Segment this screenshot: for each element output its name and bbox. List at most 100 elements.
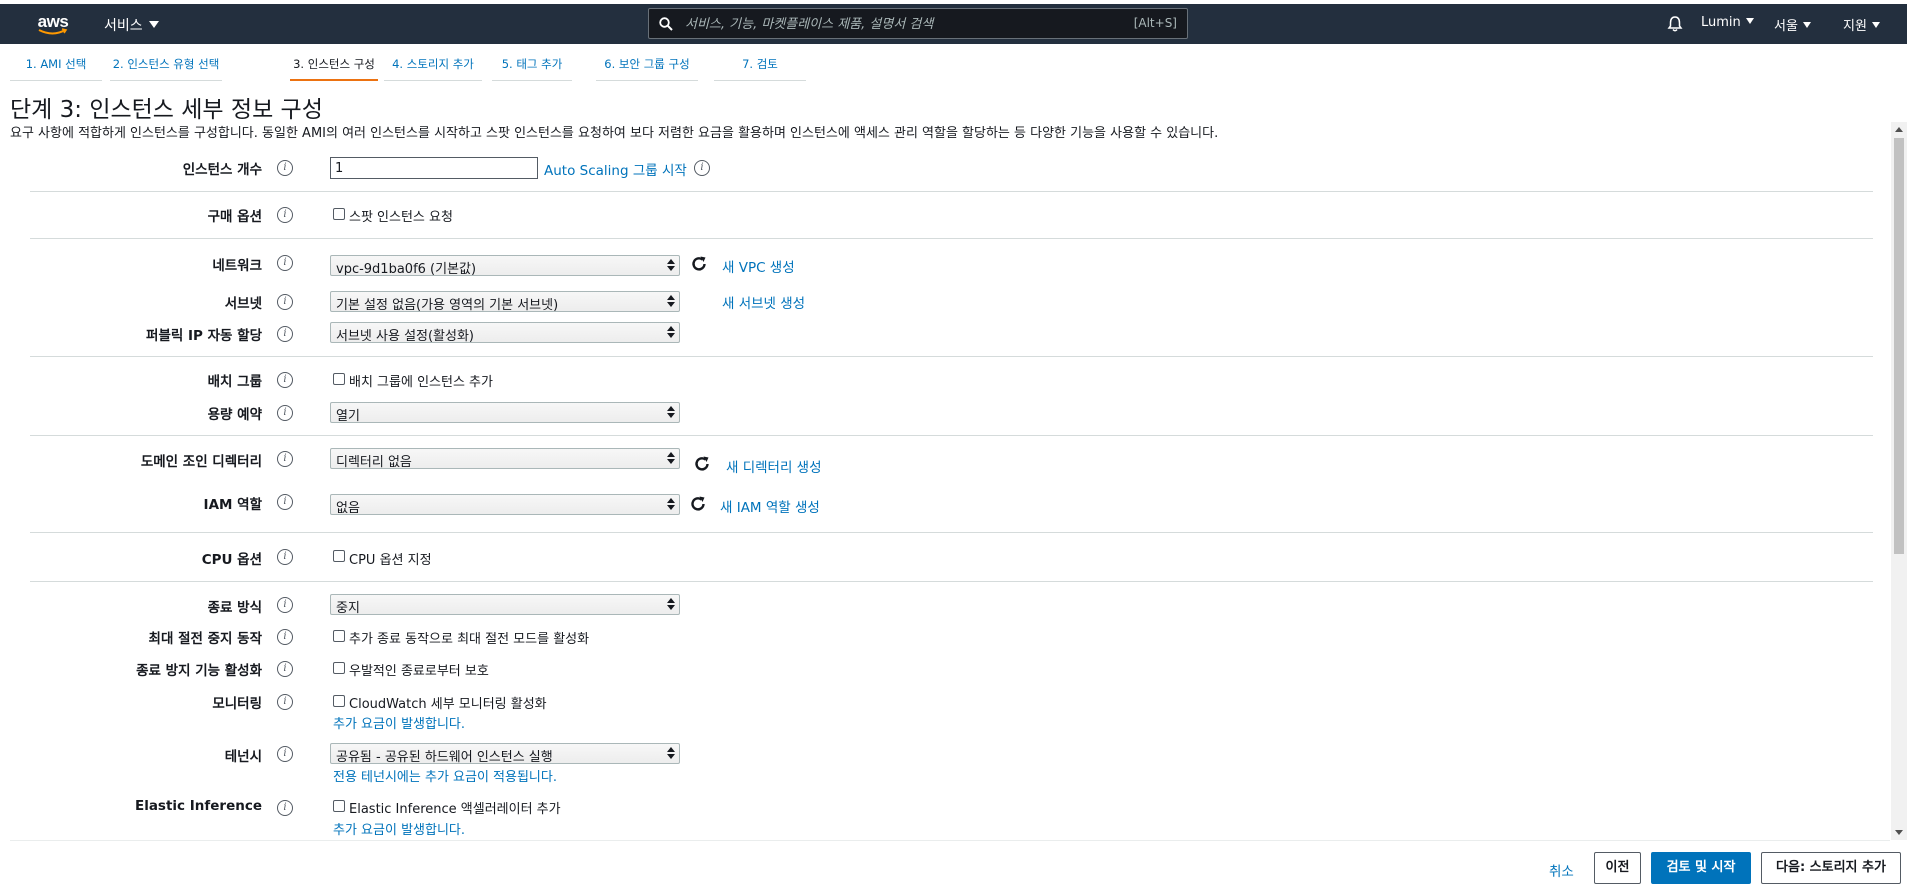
support-label: 지원 bbox=[1843, 19, 1867, 34]
monitoring-charge-note: 추가 요금이 발생합니다. bbox=[333, 717, 465, 732]
tab-add-storage[interactable]: 4. 스토리지 추가 bbox=[384, 50, 482, 81]
tenancy-charge-note: 전용 테넌시에는 추가 요금이 적용됩니다. bbox=[333, 770, 557, 785]
select-arrows-icon bbox=[667, 406, 675, 419]
cpu-options-label: CPU 옵션 bbox=[201, 552, 262, 568]
info-icon[interactable]: i bbox=[277, 661, 293, 677]
caret-down-icon bbox=[148, 21, 159, 28]
scroll-thumb[interactable] bbox=[1894, 138, 1904, 554]
iam-role-select[interactable]: 없음 bbox=[330, 494, 680, 515]
info-icon[interactable]: i bbox=[694, 160, 710, 176]
aws-logo[interactable]: aws bbox=[36, 10, 70, 38]
cancel-button[interactable]: 취소 bbox=[1549, 860, 1574, 880]
select-arrows-icon bbox=[667, 598, 675, 611]
spot-instance-checkbox[interactable] bbox=[333, 208, 345, 220]
info-icon[interactable]: i bbox=[277, 597, 293, 613]
hibernate-label: 최대 절전 중지 동작 bbox=[148, 631, 262, 647]
search-input[interactable] bbox=[685, 13, 1105, 35]
tab-choose-ami[interactable]: 1. AMI 선택 bbox=[10, 50, 102, 81]
public-ip-select[interactable]: 서브넷 사용 설정(활성화) bbox=[330, 322, 680, 343]
tenancy-value: 공유됨 - 공유된 하드웨어 인스턴스 실행 bbox=[336, 750, 553, 764]
elastic-inference-checkbox[interactable] bbox=[333, 800, 345, 812]
scroll-up-icon[interactable] bbox=[1895, 127, 1903, 132]
domain-join-label: 도메인 조인 디렉터리 bbox=[140, 454, 262, 470]
instance-count-input[interactable] bbox=[330, 157, 538, 179]
info-icon[interactable]: i bbox=[277, 494, 293, 510]
bell-icon[interactable] bbox=[1666, 15, 1684, 33]
account-menu[interactable]: Lumin bbox=[1701, 15, 1754, 30]
subnet-label: 서브넷 bbox=[224, 296, 262, 312]
create-iam-role-link[interactable]: 새 IAM 역할 생성 bbox=[720, 496, 820, 516]
review-and-launch-button[interactable]: 검토 및 시작 bbox=[1651, 852, 1751, 884]
info-icon[interactable]: i bbox=[277, 160, 293, 176]
scrollbar[interactable] bbox=[1891, 122, 1907, 840]
services-menu[interactable]: 서비스 bbox=[104, 15, 159, 35]
placement-group-checkbox[interactable] bbox=[333, 373, 345, 385]
info-icon[interactable]: i bbox=[277, 800, 293, 816]
tenancy-select[interactable]: 공유됨 - 공유된 하드웨어 인스턴스 실행 bbox=[330, 743, 680, 764]
info-icon[interactable]: i bbox=[277, 326, 293, 342]
subnet-select[interactable]: 기본 설정 없음(가용 영역의 기본 서브넷) bbox=[330, 291, 680, 312]
placement-group-label: 배치 그룹 bbox=[207, 374, 262, 390]
region-menu[interactable]: 서울 bbox=[1774, 15, 1811, 34]
spot-instance-label: 스팟 인스턴스 요청 bbox=[349, 210, 453, 225]
info-icon[interactable]: i bbox=[277, 549, 293, 565]
create-subnet-link[interactable]: 새 서브넷 생성 bbox=[722, 292, 805, 312]
info-icon[interactable]: i bbox=[277, 294, 293, 310]
footer-divider bbox=[10, 840, 1890, 841]
info-icon[interactable]: i bbox=[277, 694, 293, 710]
info-icon[interactable]: i bbox=[277, 372, 293, 388]
capacity-reservation-select[interactable]: 열기 bbox=[330, 402, 680, 423]
hibernate-checkbox-label: 추가 종료 동작으로 최대 절전 모드를 활성화 bbox=[349, 632, 590, 647]
select-arrows-icon bbox=[667, 326, 675, 339]
network-select[interactable]: vpc-9d1ba0f6 (기본값) bbox=[330, 255, 680, 276]
monitoring-checkbox[interactable] bbox=[333, 695, 345, 707]
elastic-inference-charge-note: 추가 요금이 발생합니다. bbox=[333, 823, 465, 838]
caret-down-icon bbox=[1802, 22, 1811, 28]
divider bbox=[30, 435, 1873, 436]
divider bbox=[30, 581, 1873, 582]
iam-role-value: 없음 bbox=[336, 501, 360, 515]
create-vpc-link[interactable]: 새 VPC 생성 bbox=[722, 256, 795, 276]
tab-choose-instance-type[interactable]: 2. 인스턴스 유형 선택 bbox=[110, 50, 222, 81]
shutdown-behavior-select[interactable]: 중지 bbox=[330, 594, 680, 615]
cpu-options-checkbox[interactable] bbox=[333, 550, 345, 562]
previous-button[interactable]: 이전 bbox=[1594, 852, 1641, 884]
info-icon[interactable]: i bbox=[277, 207, 293, 223]
shutdown-behavior-label: 종료 방식 bbox=[207, 600, 262, 616]
info-icon[interactable]: i bbox=[277, 451, 293, 467]
tab-review[interactable]: 7. 검토 bbox=[714, 50, 806, 81]
public-ip-label: 퍼블릭 IP 자동 할당 bbox=[146, 328, 262, 344]
tab-add-tags[interactable]: 5. 태그 추가 bbox=[492, 50, 572, 81]
select-arrows-icon bbox=[667, 452, 675, 465]
aws-smile-icon bbox=[38, 28, 68, 35]
hibernate-checkbox[interactable] bbox=[333, 630, 345, 642]
refresh-icon[interactable] bbox=[690, 255, 708, 273]
shutdown-behavior-value: 중지 bbox=[336, 601, 360, 615]
auto-scaling-link[interactable]: Auto Scaling 그룹 시작 bbox=[544, 159, 687, 179]
cpu-options-checkbox-label: CPU 옵션 지정 bbox=[349, 553, 432, 568]
monitoring-label: 모니터링 bbox=[212, 696, 262, 712]
divider bbox=[30, 191, 1873, 192]
tab-configure-instance[interactable]: 3. 인스턴스 구성 bbox=[290, 50, 378, 81]
info-icon[interactable]: i bbox=[277, 746, 293, 762]
search-box[interactable]: [Alt+S] bbox=[648, 8, 1188, 39]
create-directory-link[interactable]: 새 디렉터리 생성 bbox=[726, 456, 822, 476]
termination-protection-checkbox-label: 우발적인 종료로부터 보호 bbox=[349, 664, 489, 679]
info-icon[interactable]: i bbox=[277, 255, 293, 271]
info-icon[interactable]: i bbox=[277, 629, 293, 645]
domain-join-select[interactable]: 디렉터리 없음 bbox=[330, 448, 680, 469]
network-label: 네트워크 bbox=[212, 258, 262, 274]
support-menu[interactable]: 지원 bbox=[1843, 15, 1880, 34]
region-name: 서울 bbox=[1774, 19, 1798, 34]
refresh-icon[interactable] bbox=[689, 495, 707, 513]
monitoring-checkbox-label: CloudWatch 세부 모니터링 활성화 bbox=[349, 697, 547, 712]
scroll-down-icon[interactable] bbox=[1895, 830, 1903, 835]
subnet-value: 기본 설정 없음(가용 영역의 기본 서브넷) bbox=[336, 298, 559, 312]
next-add-storage-button[interactable]: 다음: 스토리지 추가 bbox=[1761, 852, 1901, 884]
refresh-icon[interactable] bbox=[693, 455, 711, 473]
iam-role-label: IAM 역할 bbox=[203, 497, 262, 513]
termination-protection-checkbox[interactable] bbox=[333, 662, 345, 674]
tab-configure-security-group[interactable]: 6. 보안 그룹 구성 bbox=[596, 50, 698, 81]
info-icon[interactable]: i bbox=[277, 405, 293, 421]
top-nav: aws 서비스 [Alt+S] Lumin 서울 지원 bbox=[0, 4, 1907, 44]
